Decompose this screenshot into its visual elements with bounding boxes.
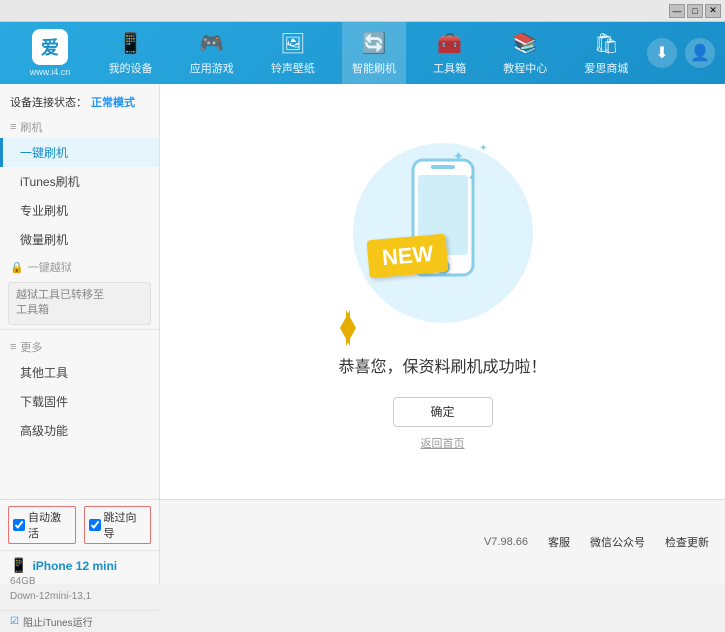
success-message: 恭喜您，保资料刷机成功啦！: [338, 353, 546, 377]
skip-wizard-checkbox[interactable]: 跳过向导: [84, 506, 152, 544]
smart-flash-icon: 🔄: [362, 31, 387, 56]
toolbox-icon: 🧰: [437, 31, 462, 56]
titlebar: — □ ✕: [0, 0, 725, 22]
logo-text: www.i4.cn: [30, 67, 71, 77]
sidebar-item-micro-flash[interactable]: 微量刷机: [0, 225, 159, 254]
onekey-flash-label: 一键刷机: [20, 146, 68, 160]
device-storage: 64GB: [10, 574, 149, 589]
confirm-button[interactable]: 确定: [393, 397, 493, 427]
nav-item-wallpaper[interactable]: 🖼 铃声壁纸: [261, 22, 325, 84]
back-link[interactable]: 返回首页: [421, 435, 465, 451]
bottom-section: 自动激活 跳过向导 📱 iPhone 12 mini 64GB Down-12m…: [0, 499, 725, 584]
sidebar-item-other-tools[interactable]: 其他工具: [0, 358, 159, 387]
nav-label-tutorial: 教程中心: [503, 60, 547, 76]
new-badge: NEW: [366, 233, 448, 278]
content-area: ✦ ✦ ✦ NEW 恭喜您，保资料刷机成功啦！ 确定 返回首页: [160, 84, 725, 499]
sparkle-2: ✦: [468, 173, 476, 184]
nav-label-wallpaper: 铃声壁纸: [271, 60, 315, 76]
device-icon: 📱: [10, 557, 27, 574]
apps-games-icon: 🎮: [199, 31, 224, 56]
minimize-button[interactable]: —: [669, 4, 685, 18]
sidebar-item-pro-flash[interactable]: 专业刷机: [0, 196, 159, 225]
download-button[interactable]: ⬇: [647, 38, 677, 68]
auto-connect-checkbox[interactable]: 自动激活: [8, 506, 76, 544]
sidebar-item-itunes-flash[interactable]: iTunes刷机: [0, 167, 159, 196]
status-label: 设备连接状态：: [10, 94, 87, 110]
nav-label-apps-games: 应用游戏: [190, 60, 234, 76]
close-button[interactable]: ✕: [705, 4, 721, 18]
sidebar-item-advanced[interactable]: 高级功能: [0, 416, 159, 445]
tutorial-icon: 📚: [513, 31, 538, 56]
jailbreak-label: 一键越狱: [28, 259, 72, 275]
more-section-icon: ≡: [10, 341, 16, 353]
device-name: iPhone 12 mini: [32, 559, 117, 573]
nav-label-smart-flash: 智能刷机: [352, 60, 396, 76]
bottom-device-info: 📱 iPhone 12 mini 64GB Down-12mini-13,1: [0, 551, 159, 610]
update-link[interactable]: 检查更新: [665, 534, 709, 550]
advanced-label: 高级功能: [20, 424, 68, 438]
my-device-icon: 📱: [118, 31, 143, 56]
more-section-label: 更多: [20, 339, 42, 355]
sparkle-1: ✦: [453, 148, 465, 165]
jailbreak-note: 越狱工具已转移至工具箱: [8, 282, 151, 325]
version-label: V7.98.66: [484, 536, 528, 548]
wechat-link[interactable]: 微信公众号: [590, 534, 645, 550]
sidebar-divider: [0, 329, 159, 330]
skip-wizard-input[interactable]: [89, 519, 101, 531]
itunes-status-label: 阻止iTunes运行: [23, 614, 93, 629]
auto-connect-input[interactable]: [13, 519, 25, 531]
section-header-jailbreak: 🔒 一键越狱: [0, 254, 159, 278]
section-header-more: ≡ 更多: [0, 334, 159, 358]
flash-section-icon: ≡: [10, 121, 16, 133]
store-icon: 🛍: [594, 31, 619, 56]
itunes-checkbox-icon: ☑: [10, 616, 19, 627]
download-firmware-label: 下载固件: [20, 395, 68, 409]
auto-connect-label: 自动激活: [28, 509, 71, 541]
nav-label-toolbox: 工具箱: [433, 60, 466, 76]
support-link[interactable]: 客服: [548, 534, 570, 550]
logo[interactable]: 爱 www.i4.cn: [10, 29, 90, 77]
itunes-flash-label: iTunes刷机: [20, 175, 80, 189]
maximize-button[interactable]: □: [687, 4, 703, 18]
bottom-left-panel: 自动激活 跳过向导 📱 iPhone 12 mini 64GB Down-12m…: [0, 500, 160, 584]
nav-item-smart-flash[interactable]: 🔄 智能刷机: [342, 22, 406, 84]
nav-item-my-device[interactable]: 📱 我的设备: [99, 22, 163, 84]
nav-item-apps-games[interactable]: 🎮 应用游戏: [180, 22, 244, 84]
logo-icon: 爱: [32, 29, 68, 65]
nav-label-store: 爱思商城: [584, 60, 628, 76]
micro-flash-label: 微量刷机: [20, 233, 68, 247]
bottom-checkboxes: 自动激活 跳过向导: [0, 500, 159, 551]
bottom-right-panel: V7.98.66 客服 微信公众号 检查更新: [160, 500, 725, 584]
device-model: Down-12mini-13,1: [10, 589, 149, 604]
sparkle-3: ✦: [479, 143, 487, 154]
titlebar-buttons: — □ ✕: [669, 4, 721, 18]
nav-label-my-device: 我的设备: [109, 60, 153, 76]
skip-wizard-label: 跳过向导: [104, 509, 147, 541]
nav-item-tutorial[interactable]: 📚 教程中心: [493, 22, 557, 84]
nav-right: ⬇ 👤: [647, 38, 715, 68]
nav-item-store[interactable]: 🛍 爱思商城: [574, 22, 638, 84]
itunes-status-bar: ☑ 阻止iTunes运行: [0, 610, 159, 632]
section-header-flash: ≡ 刷机: [0, 114, 159, 138]
sidebar-item-onekey-flash[interactable]: 一键刷机: [0, 138, 159, 167]
status-bar: 设备连接状态： 正常模式: [0, 90, 159, 114]
pro-flash-label: 专业刷机: [20, 204, 68, 218]
wallpaper-icon: 🖼: [280, 31, 305, 56]
lock-icon: 🔒: [10, 261, 24, 274]
sidebar-item-download-firmware[interactable]: 下载固件: [0, 387, 159, 416]
sidebar: 设备连接状态： 正常模式 ≡ 刷机 一键刷机 iTunes刷机 专业刷机 微量刷…: [0, 84, 160, 499]
success-illustration: ✦ ✦ ✦ NEW: [343, 133, 543, 333]
header: 爱 www.i4.cn 📱 我的设备 🎮 应用游戏 🖼 铃声壁纸 🔄 智能刷机 …: [0, 22, 725, 84]
nav-items: 📱 我的设备 🎮 应用游戏 🖼 铃声壁纸 🔄 智能刷机 🧰 工具箱 📚 教程中心…: [90, 22, 647, 84]
nav-item-toolbox[interactable]: 🧰 工具箱: [423, 22, 476, 84]
main-area: 设备连接状态： 正常模式 ≡ 刷机 一键刷机 iTunes刷机 专业刷机 微量刷…: [0, 84, 725, 499]
flash-section-label: 刷机: [20, 119, 42, 135]
other-tools-label: 其他工具: [20, 366, 68, 380]
status-value: 正常模式: [91, 94, 135, 110]
user-button[interactable]: 👤: [685, 38, 715, 68]
